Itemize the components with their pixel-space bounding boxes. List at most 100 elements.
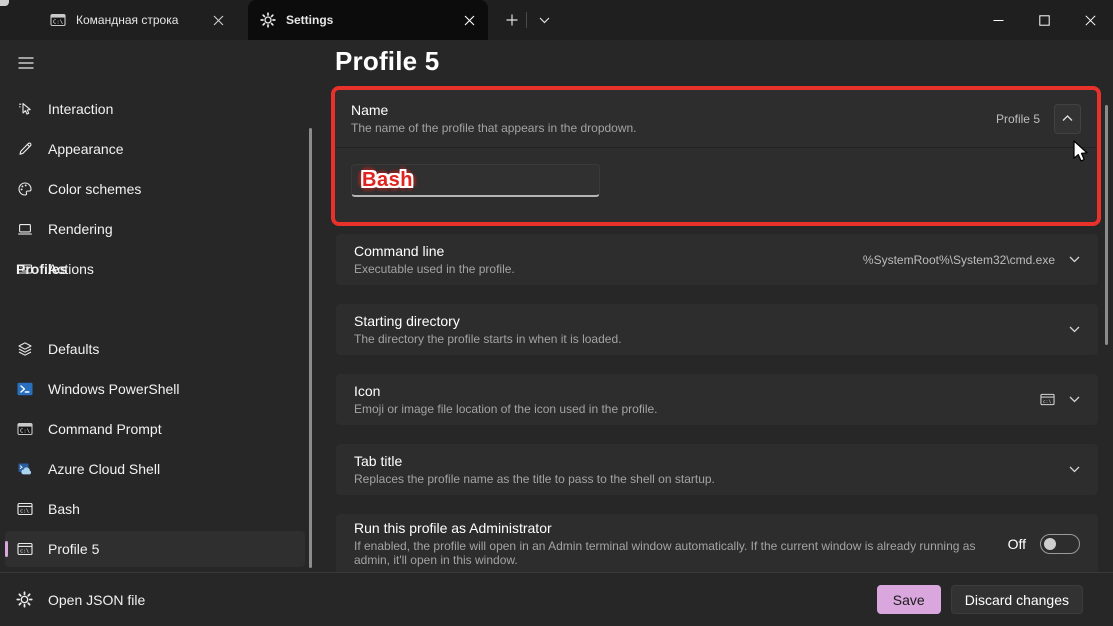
gear-icon (260, 12, 276, 28)
sidebar-item-label: Command Prompt (48, 421, 162, 437)
setting-current-value: Profile 5 (996, 112, 1040, 126)
cmd-icon: C:\ (17, 421, 33, 437)
close-button[interactable] (1067, 0, 1113, 40)
sidebar-item-azure-cloud-shell[interactable]: Azure Cloud Shell (5, 451, 305, 487)
sidebar-item-label: Profile 5 (48, 541, 99, 557)
toggle-state-label: Off (1008, 536, 1026, 552)
svg-text:C:\: C:\ (53, 19, 63, 25)
svg-text:c:\: c:\ (20, 509, 29, 515)
footer-bar: Open JSON file Save Discard changes (0, 572, 1113, 626)
tab-title: Командная строка (76, 13, 205, 27)
minimize-button[interactable] (975, 0, 1021, 40)
svg-text:c:\: c:\ (20, 549, 29, 555)
powershell-icon (17, 381, 33, 397)
sidebar-item-rendering[interactable]: Rendering (5, 211, 305, 247)
chevron-down-icon[interactable] (1069, 326, 1080, 333)
chevron-down-icon[interactable] (1069, 396, 1080, 403)
svg-text:C:\: C:\ (20, 428, 30, 434)
tab-title: Settings (286, 13, 456, 27)
open-json-file-button[interactable]: Open JSON file (16, 591, 145, 608)
page-title: Profile 5 (335, 46, 439, 77)
setting-label: Command line (354, 243, 863, 259)
discard-changes-button[interactable]: Discard changes (951, 585, 1083, 614)
terminal-window-icon: c:\ (1040, 392, 1055, 407)
sidebar-item-command-prompt[interactable]: C:\ Command Prompt (5, 411, 305, 447)
setting-label: Run this profile as Administrator (354, 520, 986, 536)
icon-setting-card[interactable]: Icon Emoji or image file location of the… (335, 373, 1099, 426)
sidebar-item-label: Appearance (48, 141, 124, 157)
tab-dropdown-button[interactable] (530, 7, 558, 33)
selection-indicator (5, 541, 8, 557)
name-setting-card: Name The name of the profile that appear… (331, 86, 1101, 226)
tab-settings[interactable]: Settings (248, 0, 488, 40)
svg-text:c:\: c:\ (1043, 399, 1052, 405)
sidebar-scrollbar[interactable] (309, 128, 312, 568)
pencil-icon (17, 141, 33, 157)
tab-command-prompt[interactable]: C:\ Командная строка (40, 0, 237, 40)
run-as-admin-setting-card: Run this profile as Administrator If ena… (335, 513, 1099, 572)
name-card-header[interactable]: Name The name of the profile that appear… (335, 90, 1097, 148)
sidebar-item-profile-5[interactable]: c:\ Profile 5 (5, 531, 305, 567)
sidebar-item-label: Azure Cloud Shell (48, 461, 160, 477)
sidebar-item-label: Defaults (48, 341, 99, 357)
sidebar-item-label: Interaction (48, 101, 113, 117)
body: Interaction Appearance Color schemes Ren… (0, 40, 1113, 572)
setting-label: Starting directory (354, 313, 1069, 329)
setting-description: Replaces the profile name as the title t… (354, 472, 1069, 486)
setting-description: Executable used in the profile. (354, 262, 863, 276)
sidebar-item-windows-powershell[interactable]: Windows PowerShell (5, 371, 305, 407)
tab-close-icon[interactable] (456, 7, 482, 33)
starting-directory-setting-card[interactable]: Starting directory The directory the pro… (335, 303, 1099, 356)
tab-title-setting-card[interactable]: Tab title Replaces the profile name as t… (335, 443, 1099, 496)
tab-close-icon[interactable] (205, 7, 231, 33)
gear-icon (16, 591, 33, 608)
sidebar-item-defaults[interactable]: Defaults (5, 331, 305, 367)
sidebar-item-label: Windows PowerShell (48, 381, 180, 397)
typed-name-annotation: Bash (362, 169, 413, 192)
toggle-knob (1044, 538, 1056, 550)
sidebar-item-label: Color schemes (48, 181, 141, 197)
setting-description: The name of the profile that appears in … (351, 121, 996, 135)
admin-toggle-switch[interactable] (1040, 534, 1080, 554)
command-line-setting-card[interactable]: Command line Executable used in the prof… (335, 233, 1099, 286)
chevron-down-icon[interactable] (1069, 256, 1080, 263)
sidebar-item-color-schemes[interactable]: Color schemes (5, 171, 305, 207)
setting-description: Emoji or image file location of the icon… (354, 402, 1040, 416)
settings-content: Profile 5 Name The name of the profile t… (320, 40, 1113, 572)
setting-label: Name (351, 102, 996, 118)
settings-nav-sidebar: Interaction Appearance Color schemes Ren… (0, 40, 320, 572)
setting-description: If enabled, the profile will open in an … (354, 539, 986, 567)
titlebar: C:\ Командная строка Settings (0, 0, 1113, 40)
layers-icon (17, 341, 33, 357)
laptop-icon (17, 221, 33, 237)
name-card-expanded-area: Bash (335, 149, 1097, 222)
hamburger-menu-icon[interactable] (12, 50, 40, 76)
sidebar-item-interaction[interactable]: Interaction (5, 91, 305, 127)
setting-label: Icon (354, 383, 1040, 399)
terminal-window-icon: c:\ (17, 541, 33, 557)
palette-icon (17, 181, 33, 197)
corner-artifact (0, 0, 9, 6)
sidebar-item-label: Bash (48, 501, 80, 517)
cursor-icon (17, 101, 33, 117)
maximize-button[interactable] (1021, 0, 1067, 40)
collapse-expander-button[interactable] (1054, 104, 1081, 134)
chevron-down-icon[interactable] (1069, 466, 1080, 473)
setting-current-value: %SystemRoot%\System32\cmd.exe (863, 253, 1055, 267)
mouse-cursor (1073, 140, 1090, 164)
profiles-section-header: Profiles (16, 261, 67, 277)
new-tab-button[interactable] (498, 7, 526, 33)
content-scrollbar[interactable] (1105, 105, 1108, 345)
sidebar-item-bash[interactable]: c:\ Bash (5, 491, 305, 527)
sidebar-item-appearance[interactable]: Appearance (5, 131, 305, 167)
tabbar-separator (526, 12, 527, 28)
save-button[interactable]: Save (877, 585, 941, 614)
setting-label: Tab title (354, 453, 1069, 469)
setting-description: The directory the profile starts in when… (354, 332, 1069, 346)
cmd-icon: C:\ (50, 12, 66, 28)
terminal-window-icon: c:\ (17, 501, 33, 517)
profile-name-input[interactable]: Bash (351, 164, 600, 197)
azure-cloud-shell-icon (17, 461, 33, 477)
sidebar-item-label: Rendering (48, 221, 113, 237)
open-json-file-label: Open JSON file (48, 592, 145, 608)
